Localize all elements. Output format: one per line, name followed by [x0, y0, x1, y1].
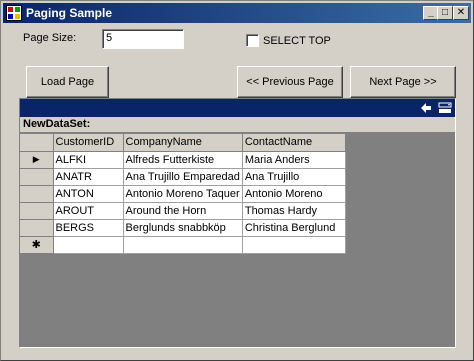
table-row[interactable]: AROUT Around the Horn Thomas Hardy: [20, 202, 346, 220]
cell-customerid[interactable]: ANATR: [53, 168, 124, 186]
paging-sample-window: Paging Sample _ □ ✕ Page Size: 5 SELECT …: [0, 0, 474, 361]
row-header-corner: [20, 134, 54, 152]
previous-page-label: << Previous Page: [246, 76, 334, 88]
table-row[interactable]: BERGS Berglunds snabbköp Christina Bergl…: [20, 219, 346, 237]
column-header-contactname[interactable]: ContactName: [242, 134, 346, 152]
cell-companyname[interactable]: Berglunds snabbköp: [123, 219, 243, 237]
previous-page-button[interactable]: << Previous Page: [237, 66, 343, 98]
window-title: Paging Sample: [26, 6, 113, 20]
close-button[interactable]: ✕: [453, 6, 469, 20]
cell-customerid[interactable]: ALFKI: [53, 151, 124, 169]
cell-customerid[interactable]: AROUT: [53, 202, 124, 220]
table-row[interactable]: ANATR Ana Trujillo Emparedad Ana Trujill…: [20, 168, 346, 186]
customers-table[interactable]: CustomerID CompanyName ContactName ▶ ALF…: [20, 134, 346, 254]
cell-contactname[interactable]: Thomas Hardy: [242, 202, 346, 220]
grid-caption-bar: [20, 99, 455, 117]
toggle-parent-rows-icon[interactable]: [438, 102, 452, 114]
table-row[interactable]: ▶ ALFKI Alfreds Futterkiste Maria Anders: [20, 151, 346, 169]
next-page-button[interactable]: Next Page >>: [350, 66, 456, 98]
cell-companyname[interactable]: Alfreds Futterkiste: [123, 151, 243, 169]
cell-contactname[interactable]: Christina Berglund: [242, 219, 346, 237]
next-page-label: Next Page >>: [369, 76, 437, 88]
column-header-companyname[interactable]: CompanyName: [123, 134, 243, 152]
new-row-cell[interactable]: [123, 236, 243, 254]
table-row[interactable]: ANTON Antonio Moreno Taquer Antonio More…: [20, 185, 346, 203]
new-row-asterisk-icon[interactable]: ✱: [20, 236, 54, 254]
title-bar[interactable]: Paging Sample _ □ ✕: [3, 3, 471, 23]
row-header[interactable]: [20, 202, 54, 220]
page-size-label: Page Size:: [23, 32, 77, 44]
row-header[interactable]: [20, 219, 54, 237]
back-arrow-icon[interactable]: [420, 102, 432, 114]
cell-companyname[interactable]: Ana Trujillo Emparedad: [123, 168, 243, 186]
cell-contactname[interactable]: Ana Trujillo: [242, 168, 346, 186]
cell-companyname[interactable]: Antonio Moreno Taquer: [123, 185, 243, 203]
current-row-indicator-icon[interactable]: ▶: [20, 151, 54, 169]
new-row[interactable]: ✱: [20, 236, 346, 254]
app-icon: [6, 5, 22, 21]
load-page-label: Load Page: [40, 76, 95, 88]
new-row-cell[interactable]: [242, 236, 346, 254]
cell-contactname[interactable]: Maria Anders: [242, 151, 346, 169]
load-page-button[interactable]: Load Page: [26, 66, 109, 98]
select-top-checkbox[interactable]: [246, 34, 259, 47]
column-header-customerid[interactable]: CustomerID: [53, 134, 124, 152]
dataset-parent-row[interactable]: NewDataSet:: [20, 117, 455, 133]
cell-customerid[interactable]: ANTON: [53, 185, 124, 203]
new-row-cell[interactable]: [53, 236, 124, 254]
row-header[interactable]: [20, 168, 54, 186]
row-header[interactable]: [20, 185, 54, 203]
table-header-row: CustomerID CompanyName ContactName: [20, 134, 346, 152]
cell-contactname[interactable]: Antonio Moreno: [242, 185, 346, 203]
cell-companyname[interactable]: Around the Horn: [123, 202, 243, 220]
maximize-button[interactable]: □: [437, 6, 453, 20]
cell-customerid[interactable]: BERGS: [53, 219, 124, 237]
page-size-input[interactable]: 5: [102, 29, 184, 49]
select-top-label[interactable]: SELECT TOP: [263, 35, 331, 47]
data-grid[interactable]: NewDataSet: CustomerID CompanyName Conta…: [19, 98, 456, 348]
